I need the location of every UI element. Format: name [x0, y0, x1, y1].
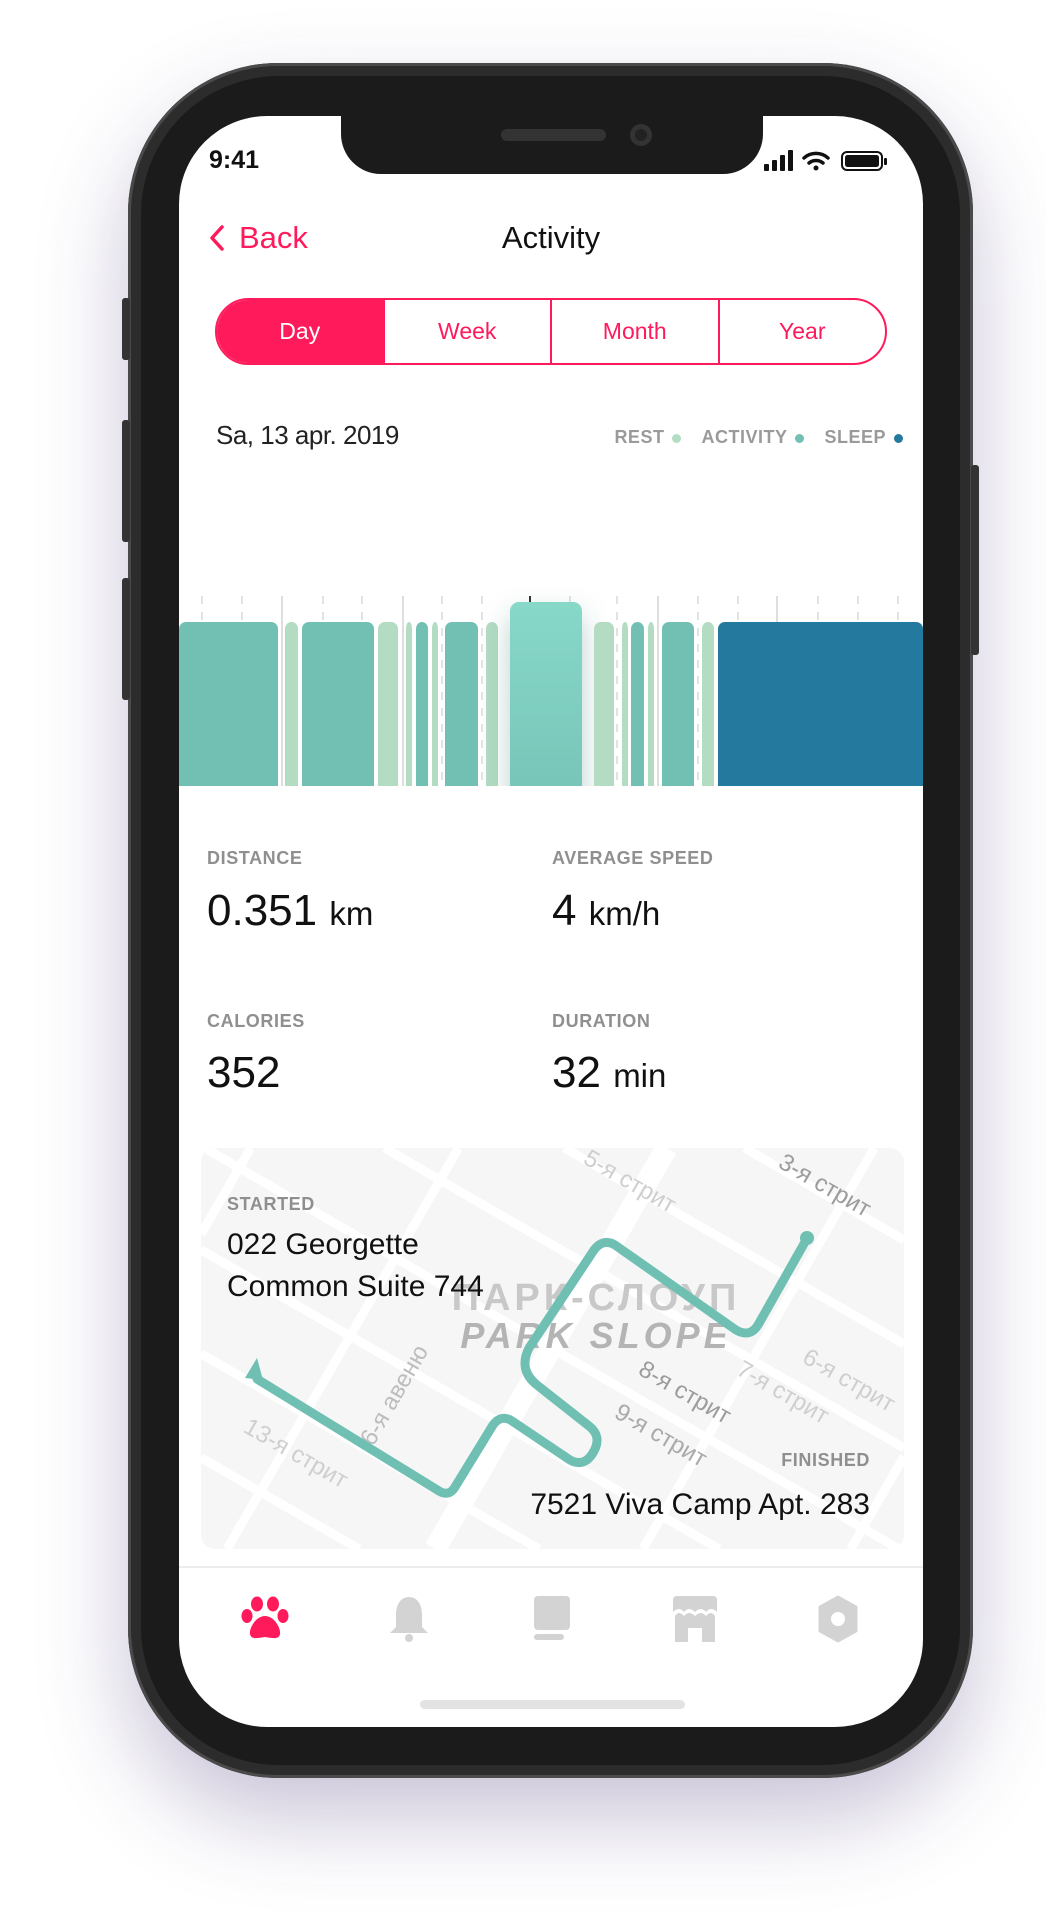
- rest-dot: [672, 433, 682, 443]
- tab-year[interactable]: Year: [717, 300, 886, 363]
- store-icon: [673, 1596, 717, 1642]
- back-button[interactable]: Back: [209, 220, 308, 256]
- timeline-segment-activity[interactable]: [662, 622, 694, 786]
- screen: 9:41 Back Activity Day Week Month Year S…: [179, 116, 923, 1727]
- volume-up-button: [122, 420, 130, 542]
- mute-switch: [122, 298, 130, 360]
- period-segmented-control: Day Week Month Year: [215, 298, 887, 365]
- activity-timeline[interactable]: 5:1516:3017:1517:4518:3019:15: [179, 466, 923, 786]
- legend-rest: REST: [614, 427, 682, 448]
- duration-value: 32 min: [552, 1048, 667, 1097]
- paw-icon: [241, 1596, 289, 1639]
- timeline-segment-activity[interactable]: [631, 622, 644, 786]
- duration-label: DURATION: [552, 1011, 651, 1031]
- tab-notifications[interactable]: [379, 1594, 439, 1644]
- timeline-segment-activity[interactable]: [416, 622, 428, 786]
- timeline-legend: REST ACTIVITY SLEEP: [614, 427, 903, 448]
- legend-activity: ACTIVITY: [701, 427, 805, 448]
- tablet-icon: [534, 1596, 570, 1640]
- street-label: 3-я стрит: [774, 1148, 876, 1222]
- tabbar-divider: [179, 1566, 923, 1568]
- timeline-segment-selected[interactable]: [510, 602, 582, 786]
- hexagon-nut-icon: [818, 1595, 858, 1643]
- tab-activity[interactable]: [235, 1594, 295, 1644]
- finish-marker-icon: [800, 1231, 814, 1245]
- tab-month[interactable]: Month: [550, 300, 718, 363]
- timeline-segment-rest[interactable]: [648, 622, 654, 786]
- finished-address: 7521 Viva Camp Apt. 283: [530, 1488, 870, 1521]
- timeline-segment-rest[interactable]: [486, 622, 498, 786]
- status-time: 9:41: [209, 146, 260, 174]
- average-speed-value: 4 km/h: [552, 886, 661, 935]
- timeline-segment-rest[interactable]: [432, 622, 438, 786]
- notch: [341, 116, 763, 174]
- calories-value: 352: [207, 1048, 281, 1097]
- timeline-segment-rest[interactable]: [594, 622, 614, 786]
- route-map[interactable]: 5-я стрит 3-я стрит 8-я стрит 9-я стрит …: [201, 1148, 904, 1549]
- chevron-left-icon: [210, 225, 224, 251]
- timeline-date: Sa, 13 apr. 2019: [216, 420, 399, 450]
- camera: [630, 124, 652, 146]
- bell-icon: [390, 1597, 428, 1642]
- tab-week[interactable]: Week: [382, 300, 551, 363]
- legend-sleep: SLEEP: [824, 427, 903, 448]
- power-button: [971, 465, 979, 655]
- timeline-segment-activity[interactable]: [302, 622, 374, 786]
- finished-label: FINISHED: [781, 1450, 870, 1470]
- tab-day[interactable]: Day: [217, 300, 383, 363]
- home-indicator[interactable]: [420, 1700, 685, 1709]
- timeline-segment-rest[interactable]: [406, 622, 412, 786]
- calories-label: CALORIES: [207, 1011, 305, 1031]
- battery-icon: [841, 151, 887, 171]
- status-icons: [764, 150, 887, 171]
- timeline-segment-sleep[interactable]: [718, 622, 923, 786]
- signal-icon: [764, 150, 793, 171]
- tab-devices[interactable]: [522, 1594, 582, 1644]
- distance-value: 0.351 km: [207, 886, 374, 935]
- timeline-segment-activity[interactable]: [445, 622, 478, 786]
- timeline-segment-rest[interactable]: [702, 622, 714, 786]
- district-label-en: PARK SLOPE: [460, 1315, 731, 1356]
- sleep-dot: [894, 433, 903, 443]
- back-label: Back: [239, 220, 308, 255]
- tab-store[interactable]: [665, 1594, 725, 1644]
- average-speed-label: AVERAGE SPEED: [552, 848, 714, 868]
- timeline-segment-rest[interactable]: [622, 622, 628, 786]
- activity-dot: [795, 433, 805, 443]
- speaker: [501, 129, 606, 141]
- timeline-segment-rest[interactable]: [378, 622, 398, 786]
- volume-down-button: [122, 578, 130, 700]
- start-marker-icon: [245, 1358, 263, 1380]
- started-label: STARTED: [227, 1194, 315, 1214]
- distance-label: DISTANCE: [207, 848, 303, 868]
- tab-settings[interactable]: [808, 1594, 868, 1644]
- wifi-icon: [802, 151, 830, 171]
- timeline-segment-activity[interactable]: [179, 622, 278, 786]
- timeline-segment-rest[interactable]: [285, 622, 298, 786]
- started-address: 022 Georgette Common Suite 744: [227, 1228, 484, 1303]
